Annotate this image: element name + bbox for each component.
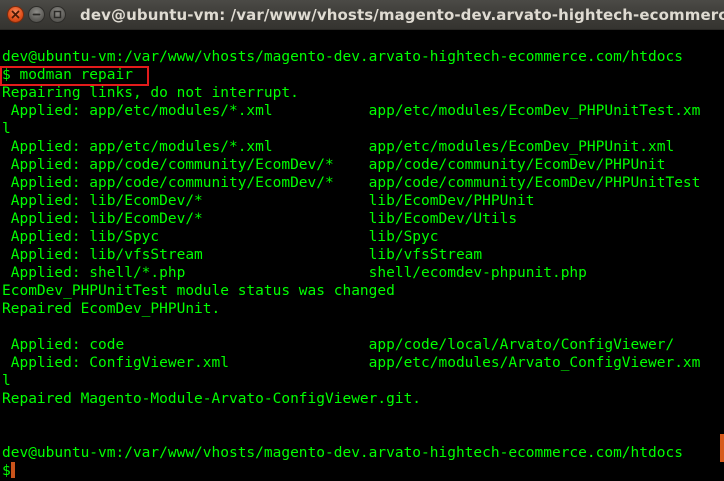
terminal-line-text: Applied: lib/EcomDev/* lib/EcomDev/PHPUn… [2,193,535,209]
minimize-icon[interactable] [28,6,45,23]
close-icon[interactable] [7,6,24,23]
terminal-line-text: Applied: app/etc/modules/*.xml app/etc/m… [2,139,675,155]
title-bar[interactable]: dev@ubuntu-vm: /var/www/vhosts/magento-d… [0,0,724,30]
terminal-line-text: $ [2,463,11,479]
terminal-line: Applied: lib/EcomDev/* lib/EcomDev/Utils [2,210,700,228]
terminal-line-text: Applied: code app/code/local/Arvato/Conf… [2,337,675,353]
terminal-line: l [2,120,700,138]
terminal-line: l [2,372,700,390]
terminal-line-text: Applied: ConfigViewer.xml app/etc/module… [2,355,701,371]
terminal-line: Applied: lib/vfsStream lib/vfsStream [2,246,700,264]
terminal-line-text: Applied: app/code/community/EcomDev/* ap… [2,157,666,173]
window-title: dev@ubuntu-vm: /var/www/vhosts/magento-d… [80,5,724,24]
terminal-line-text: EcomDev_PHPUnitTest module status was ch… [2,283,395,299]
scrollbar-thumb[interactable] [720,434,724,462]
terminal-line: Applied: app/etc/modules/*.xml app/etc/m… [2,138,700,156]
terminal-line: EcomDev_PHPUnitTest module status was ch… [2,282,700,300]
terminal-lines: dev@ubuntu-vm:/var/www/vhosts/magento-de… [2,48,700,480]
terminal-line-text: Applied: lib/EcomDev/* lib/EcomDev/Utils [2,211,518,227]
terminal-line: Repaired Magento-Module-Arvato-ConfigVie… [2,390,700,408]
terminal-line-text: dev@ubuntu-vm:/var/www/vhosts/magento-de… [2,49,683,65]
terminal-line: Applied: shell/*.php shell/ecomdev-phpun… [2,264,700,282]
command-highlight-box [0,66,149,86]
terminal-line-text: Applied: shell/*.php shell/ecomdev-phpun… [2,265,587,281]
terminal-line-text: Repaired EcomDev_PHPUnit. [2,301,221,317]
text-cursor [10,462,15,478]
terminal-line: Applied: app/code/community/EcomDev/* ap… [2,174,701,192]
window-controls [7,6,66,23]
terminal-line: dev@ubuntu-vm:/var/www/vhosts/magento-de… [2,48,700,66]
terminal-line: Applied: app/etc/modules/*.xml app/etc/m… [2,102,701,120]
terminal-line-text: Applied: lib/vfsStream lib/vfsStream [2,247,483,263]
terminal-line-text: Applied: lib/Spyc lib/Spyc [2,229,439,245]
terminal-line: Repaired EcomDev_PHPUnit. [2,300,700,318]
terminal-line: Applied: lib/Spyc lib/Spyc [2,228,700,246]
terminal-line-text: l [2,121,11,137]
terminal-line-text: Applied: app/code/community/EcomDev/* ap… [2,175,701,191]
terminal-output[interactable]: dev@ubuntu-vm:/var/www/vhosts/magento-de… [0,30,724,481]
terminal-line: $ [2,462,700,480]
terminal-line-text: l [2,373,11,389]
terminal-line-text: Repaired Magento-Module-Arvato-ConfigVie… [2,391,422,407]
terminal-line: dev@ubuntu-vm:/var/www/vhosts/magento-de… [2,444,700,462]
terminal-line-text: dev@ubuntu-vm:/var/www/vhosts/magento-de… [2,445,683,461]
terminal-line: Applied: ConfigViewer.xml app/etc/module… [2,354,701,372]
terminal-line: Repairing links, do not interrupt. [2,84,700,102]
terminal-window: dev@ubuntu-vm: /var/www/vhosts/magento-d… [0,0,724,481]
terminal-line-text: Applied: app/etc/modules/*.xml app/etc/m… [2,103,701,119]
maximize-icon[interactable] [49,6,66,23]
terminal-line: Applied: code app/code/local/Arvato/Conf… [2,336,700,354]
terminal-line-text: Repairing links, do not interrupt. [2,85,299,101]
terminal-line: Applied: app/code/community/EcomDev/* ap… [2,156,700,174]
terminal-line: Applied: lib/EcomDev/* lib/EcomDev/PHPUn… [2,192,700,210]
